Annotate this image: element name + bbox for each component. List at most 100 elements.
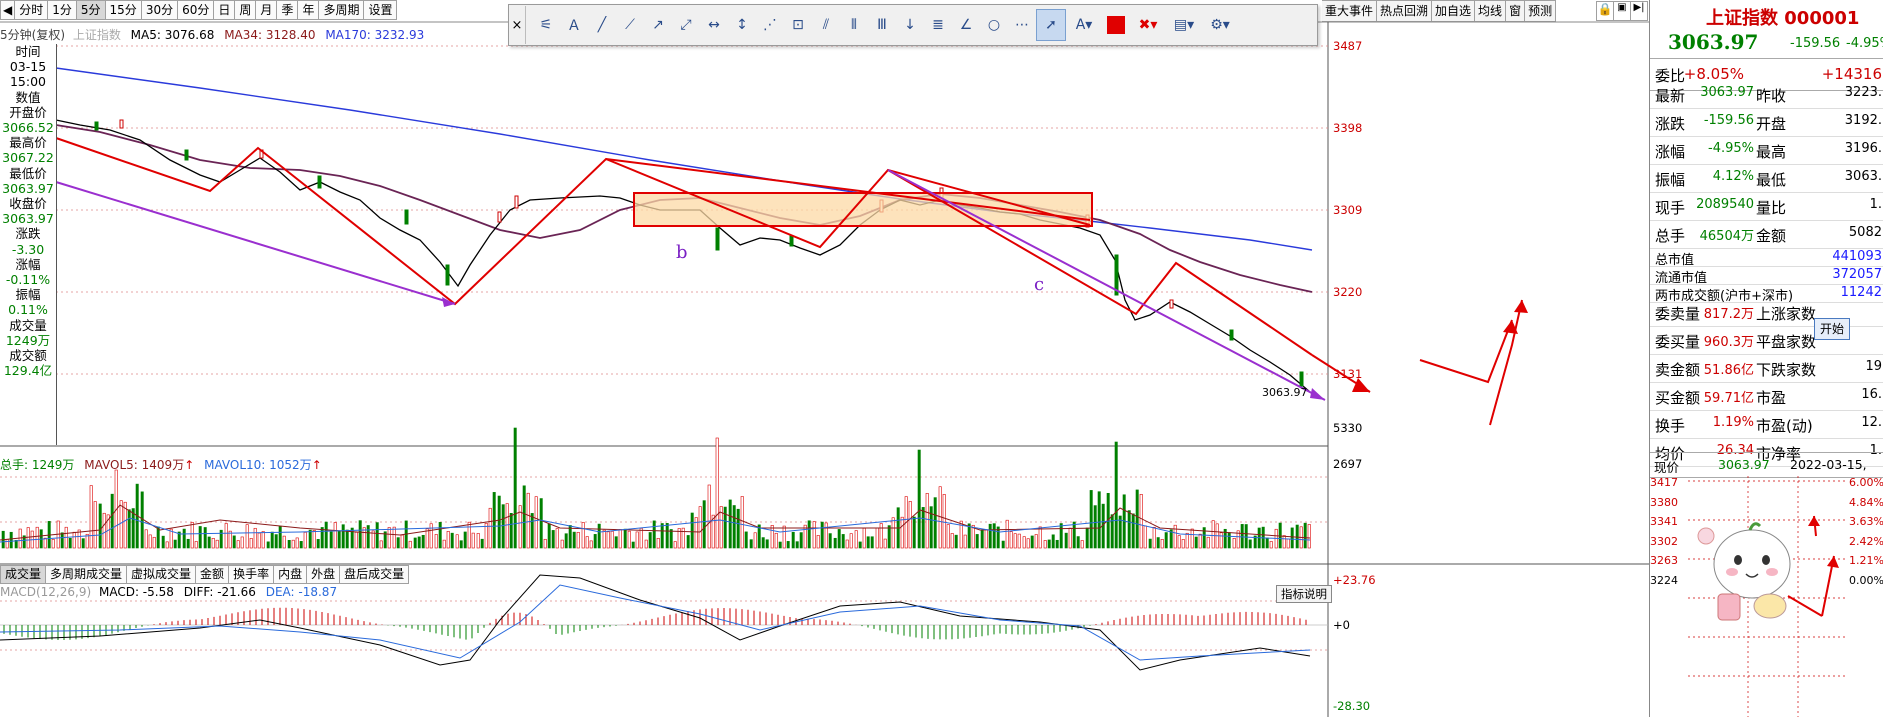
- tool-angle-icon[interactable]: ∠: [952, 10, 980, 40]
- volume-bar: [1068, 527, 1072, 549]
- trend-line-b: [55, 181, 456, 305]
- indicator-tab[interactable]: 多周期成交量: [46, 565, 128, 584]
- volume-legend: 总手: 1249万 MAVOL5: 1409万↑ MAVOL10: 1052万↑: [0, 458, 322, 472]
- volume-bar: [429, 523, 433, 549]
- tool-vline-icon[interactable]: ↕: [728, 10, 756, 40]
- candle: [715, 227, 720, 251]
- volume-bar: [303, 532, 307, 549]
- tool-channel-icon[interactable]: ⫽: [812, 10, 840, 40]
- tool-text-icon[interactable]: Ａ: [560, 10, 588, 40]
- mini-axis-tick: 3341: [1650, 515, 1678, 528]
- indicator-tab[interactable]: 金额: [196, 565, 230, 584]
- volume-bar: [652, 520, 656, 549]
- candle: [119, 119, 124, 129]
- tool-color-picker[interactable]: [1102, 10, 1130, 40]
- volume-bar: [366, 525, 370, 549]
- quote-value: 817.2万: [1703, 307, 1754, 322]
- tool-point-icon[interactable]: ⋰: [756, 10, 784, 40]
- volume-bar: [1005, 519, 1009, 549]
- volume-bar: [623, 528, 627, 549]
- macd-histogram: [3, 607, 1307, 640]
- volume-bar: [442, 539, 446, 549]
- volume-bar: [572, 531, 576, 549]
- indicator-tab[interactable]: 换手率: [229, 565, 275, 584]
- volume-bar: [98, 503, 102, 549]
- arrow-line: [1787, 595, 1823, 617]
- volume-bar: [1248, 539, 1252, 549]
- volume-bar: [1185, 532, 1189, 549]
- left-panel-label: 成交量: [9, 317, 47, 333]
- volume-bar: [707, 484, 711, 549]
- tool-gann-icon[interactable]: ≣: [924, 10, 952, 40]
- tool-fib-icon[interactable]: Ⅲ: [868, 10, 896, 40]
- indicator-tab[interactable]: 外盘: [307, 565, 341, 584]
- volume-bar: [774, 532, 778, 549]
- volume-bar: [308, 529, 312, 549]
- volume-bar: [152, 536, 156, 549]
- left-panel-value: 1249万: [5, 332, 51, 348]
- start-button[interactable]: 开始: [1814, 318, 1850, 340]
- tool-save-icon[interactable]: ▤▾: [1166, 10, 1202, 40]
- mini-axis-tick: 3263: [1650, 554, 1678, 567]
- tool-setting-icon[interactable]: ⚟: [532, 10, 560, 40]
- market-value-row: 总市值 441093: [1650, 248, 1883, 268]
- indicator-tab[interactable]: 虚拟成交量: [127, 565, 197, 584]
- volume-bar: [1160, 539, 1164, 549]
- quote-value: 960.3万: [1703, 335, 1754, 350]
- volume-bar: [765, 539, 769, 549]
- indicator-tab[interactable]: 成交量: [0, 565, 47, 584]
- volume-bar: [690, 512, 694, 549]
- volume-bar: [413, 537, 417, 549]
- volume-bar: [614, 536, 618, 549]
- left-panel-value: -3.30: [11, 241, 45, 257]
- tool-segment-icon[interactable]: ⟋: [616, 10, 644, 40]
- volume-bar: [1139, 494, 1143, 549]
- volume-bar: [1232, 538, 1236, 549]
- volume-bar: [186, 538, 190, 549]
- volume-bar: [879, 523, 883, 549]
- mini-axis-tick: 4.84%: [1849, 495, 1883, 509]
- tool-hline-icon[interactable]: ↔: [700, 10, 728, 40]
- indicator-tab[interactable]: 盘后成交量: [340, 565, 410, 584]
- volume-bar: [1127, 510, 1131, 549]
- tool-ray-icon[interactable]: ↗: [644, 10, 672, 40]
- volume-bar: [467, 521, 471, 549]
- tool-delete-icon[interactable]: ✖▾: [1130, 10, 1166, 40]
- volume-bar: [119, 500, 123, 549]
- volume-bar: [392, 526, 396, 549]
- volume-bar: [51, 539, 55, 549]
- volume-bar: [564, 533, 568, 549]
- indicator-tab[interactable]: 内盘: [274, 565, 308, 584]
- tool-font-icon[interactable]: A▾: [1066, 10, 1102, 40]
- tool-rect-icon[interactable]: ⊡: [784, 10, 812, 40]
- tool-arrow-icon[interactable]: ⤢: [672, 10, 700, 40]
- volume-bar: [480, 538, 484, 549]
- candle: [445, 264, 450, 286]
- volume-bar: [488, 507, 492, 549]
- tool-cycle-icon[interactable]: ⦀: [840, 10, 868, 40]
- quote-header: 上证指数 000001 3063.97 -159.56 -4.95%: [1650, 0, 1883, 59]
- volume-bar: [858, 541, 862, 549]
- indicator-help-button[interactable]: 指标说明: [1276, 585, 1332, 603]
- volume-bar: [26, 527, 30, 549]
- volume-bar: [1227, 532, 1231, 549]
- volume-bar: [207, 536, 211, 549]
- volume-bar: [963, 534, 967, 549]
- arrow-head: [1827, 556, 1839, 568]
- volume-bar: [459, 540, 463, 549]
- left-data-panel: 时间 03-15 15:00 数值 开盘价 3066.52 最高价 3067.22 最低价 306…: [0, 44, 57, 445]
- mini-axis-tick: 3417: [1650, 476, 1678, 489]
- tool-cursor-icon[interactable]: ➚: [1036, 9, 1066, 41]
- tool-gear-icon[interactable]: ⚙▾: [1202, 10, 1238, 40]
- quote-label: 涨跌: [1655, 115, 1686, 133]
- tool-circle-icon[interactable]: ○: [980, 10, 1008, 40]
- volume-bar: [345, 529, 349, 549]
- volume-bar: [812, 521, 816, 549]
- quote-label: 最低: [1756, 171, 1787, 189]
- toolbar-close-button[interactable]: ×: [509, 6, 526, 44]
- candle: [184, 149, 189, 161]
- tool-more-icon[interactable]: ⋯: [1008, 10, 1036, 40]
- tool-line-icon[interactable]: ╱: [588, 10, 616, 40]
- tool-down-arrow-icon[interactable]: ↓: [896, 10, 924, 40]
- last-price-label: 3063.97: [1262, 386, 1308, 399]
